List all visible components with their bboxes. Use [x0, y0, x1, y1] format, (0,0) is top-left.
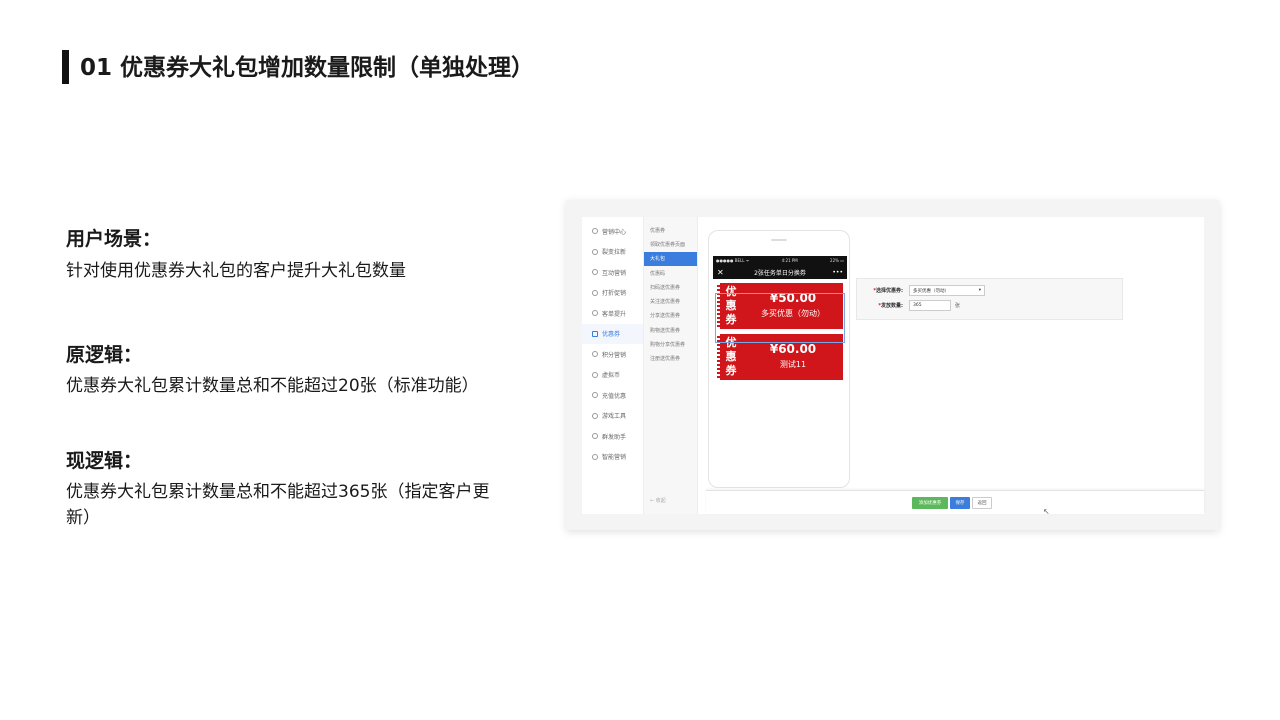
- nav-icon: [592, 412, 598, 419]
- coupon-form-panel: *选择优惠券: 多买优惠（勿动） ▾ *发放数量: 365 张: [856, 278, 1123, 320]
- select-coupon-row: *选择优惠券: 多买优惠（勿动） ▾: [863, 285, 985, 296]
- nav-item-label: 积分营销: [602, 351, 627, 359]
- nav-icon: [592, 351, 598, 358]
- nav-icon: [592, 433, 598, 440]
- subnav-item[interactable]: 领取优惠券页面: [644, 237, 697, 251]
- subnav-item[interactable]: 购物分享优惠券: [644, 337, 697, 351]
- new-logic-text: 优惠券大礼包累计数量总和不能超过365张（指定客户更新）: [66, 482, 490, 528]
- nav-item[interactable]: 游戏工具: [582, 406, 643, 427]
- collapse-nav-link[interactable]: ← 收起: [650, 497, 666, 504]
- subnav-item[interactable]: 注册送优惠券: [644, 352, 697, 366]
- scenario-heading: 用户场景：: [66, 228, 162, 250]
- phone-preview: ●●●●● BELL ᯤ 4:21 PM 22% ▭ ✕ 2张任务单日分换券 •…: [708, 230, 850, 488]
- nav-item[interactable]: 互动营销: [582, 262, 643, 283]
- time-text: 4:21 PM: [781, 258, 798, 263]
- nav-item-label: 虚拟币: [602, 372, 621, 380]
- carrier-text: ●●●●● BELL ᯤ: [716, 257, 750, 263]
- nav-item-label: 客单提升: [602, 310, 627, 318]
- nav-icon: [592, 289, 598, 296]
- nav-icon: [592, 248, 598, 255]
- nav-icon: [592, 371, 598, 378]
- nav-item[interactable]: 充值优惠: [582, 385, 643, 406]
- quantity-label: *发放数量:: [878, 303, 903, 309]
- slide-title: 01 优惠券大礼包增加数量限制（单独处理）: [80, 55, 535, 81]
- back-button[interactable]: 返回: [972, 497, 992, 509]
- nav-icon: [592, 310, 598, 317]
- nav-item[interactable]: 打折促销: [582, 283, 643, 304]
- phone-status-bar: ●●●●● BELL ᯤ 4:21 PM 22% ▭: [713, 256, 847, 265]
- coupon-desc: 测试11: [779, 360, 807, 369]
- nav-icon: [592, 453, 598, 460]
- more-icon[interactable]: •••: [832, 269, 843, 276]
- nav-item[interactable]: 营销中心: [582, 221, 643, 242]
- quantity-unit: 张: [955, 303, 961, 309]
- quantity-input[interactable]: 365: [909, 300, 951, 311]
- close-icon[interactable]: ✕: [717, 268, 724, 277]
- nav-item-label: 充值优惠: [602, 392, 627, 400]
- coupon-select[interactable]: 多买优惠（勿动） ▾: [909, 285, 985, 296]
- nav-item-label: 营销中心: [602, 228, 627, 236]
- selection-frame: [715, 293, 845, 343]
- nav-item-label: 互动营销: [602, 269, 627, 277]
- add-coupon-button[interactable]: 添加优惠券: [912, 497, 948, 509]
- nav-item-label: 裂变拉新: [602, 249, 627, 257]
- new-logic-heading: 现逻辑：: [66, 450, 143, 472]
- phone-header-title: 2张任务单日分换券: [754, 269, 806, 277]
- scenario-text: 针对使用优惠券大礼包的客户提升大礼包数量: [66, 261, 406, 281]
- primary-nav: 营销中心裂变拉新互动营销打折促销客单提升优惠券积分营销虚拟币充值优惠游戏工具群发…: [582, 217, 644, 514]
- admin-window: 营销中心 裂变拉新 互动营销 打折促销 客单提升 优惠券 积分营销 虚拟币 充值优惠 游戏工具 群发…: [582, 217, 1204, 516]
- phone-speaker: [771, 239, 787, 241]
- select-coupon-label: *选择优惠券:: [873, 288, 903, 294]
- nav-item-label: 智能营销: [602, 454, 627, 462]
- action-footer: 添加优惠券 保存 返回: [706, 490, 1204, 514]
- subnav-item[interactable]: 大礼包: [644, 251, 697, 266]
- old-logic-heading: 原逻辑：: [66, 344, 143, 366]
- subnav-item[interactable]: 优惠券: [644, 223, 697, 237]
- nav-item[interactable]: 群发助手: [582, 426, 643, 447]
- chevron-down-icon: ▾: [978, 288, 981, 293]
- nav-icon: [592, 228, 598, 235]
- nav-item-label: 优惠券: [602, 331, 621, 339]
- nav-item[interactable]: 积分营销: [582, 344, 643, 365]
- coupon-amount: ¥60.00: [769, 342, 817, 356]
- subnav-item[interactable]: 分享送优惠券: [644, 309, 697, 323]
- quantity-row: *发放数量: 365 张: [863, 300, 960, 311]
- nav-item[interactable]: 裂变拉新: [582, 242, 643, 263]
- subnav-item[interactable]: 扫码送优惠券: [644, 280, 697, 294]
- old-logic-text: 优惠券大礼包累计数量总和不能超过20张（标准功能）: [66, 376, 479, 396]
- nav-icon: [592, 392, 598, 399]
- phone-header: ✕ 2张任务单日分换券 •••: [713, 265, 847, 279]
- nav-item-label: 打折促销: [602, 290, 627, 298]
- nav-icon: [592, 269, 598, 276]
- subnav-item[interactable]: 关注送优惠券: [644, 294, 697, 308]
- battery-text: 22% ▭: [830, 258, 844, 263]
- nav-item[interactable]: 智能营销: [582, 447, 643, 468]
- secondary-nav: 优惠券 领取优惠券页面 大礼包 优惠码 扫码送优惠券 关注送优惠券 分享送优惠券 购物送优惠券…: [644, 217, 698, 514]
- title-accent-bar: [62, 50, 69, 84]
- nav-item[interactable]: 虚拟币: [582, 365, 643, 386]
- subnav-item[interactable]: 购物送优惠券: [644, 323, 697, 337]
- save-button[interactable]: 保存: [950, 497, 970, 509]
- admin-screenshot: 营销中心 裂变拉新 互动营销 打折促销 客单提升 优惠券 积分营销 虚拟币 充值优惠 游戏工具 群发…: [566, 200, 1219, 530]
- nav-item-label: 游戏工具: [602, 413, 627, 421]
- nav-item[interactable]: 客单提升: [582, 303, 643, 324]
- nav-item[interactable]: 优惠券: [582, 323, 643, 344]
- mouse-cursor-icon: ↖: [1043, 507, 1050, 516]
- subnav-item[interactable]: 优惠码: [644, 266, 697, 280]
- nav-item-label: 群发助手: [602, 433, 627, 441]
- nav-icon: [592, 330, 598, 337]
